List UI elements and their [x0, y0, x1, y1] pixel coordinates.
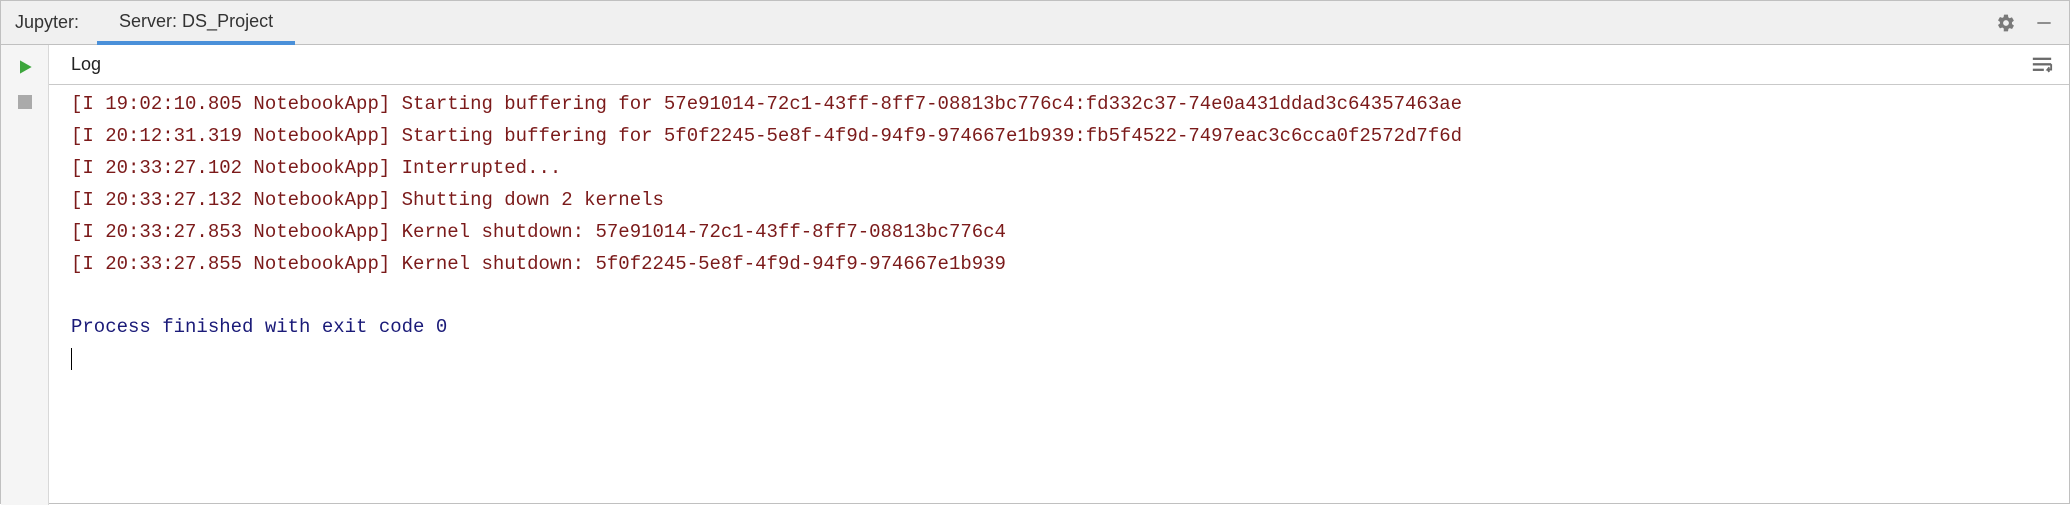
- soft-wrap-icon[interactable]: [2031, 54, 2053, 76]
- minimize-icon[interactable]: [2033, 12, 2055, 34]
- log-line: [I 20:12:31.319 NotebookApp] Starting bu…: [71, 121, 2047, 153]
- log-output[interactable]: [I 19:02:10.805 NotebookApp] Starting bu…: [49, 85, 2069, 505]
- tab-server-label: Server: DS_Project: [119, 11, 273, 32]
- jupyter-label: Jupyter:: [15, 12, 89, 33]
- tool-window-body: Log [I 19:02:10.805 NotebookApp] Startin…: [1, 45, 2069, 505]
- tool-window-header: Jupyter: Server: DS_Project: [1, 1, 2069, 45]
- text-cursor: [71, 348, 72, 370]
- run-icon[interactable]: [15, 57, 35, 77]
- log-title: Log: [71, 54, 101, 75]
- stop-icon[interactable]: [18, 95, 32, 109]
- log-line: [I 19:02:10.805 NotebookApp] Starting bu…: [71, 89, 2047, 121]
- log-line: [I 20:33:27.132 NotebookApp] Shutting do…: [71, 185, 2047, 217]
- log-header: Log: [49, 45, 2069, 85]
- log-line: [I 20:33:27.853 NotebookApp] Kernel shut…: [71, 217, 2047, 249]
- log-line: [71, 280, 2047, 312]
- log-line: [I 20:33:27.855 NotebookApp] Kernel shut…: [71, 249, 2047, 281]
- log-line: Process finished with exit code 0: [71, 312, 2047, 344]
- header-actions: [1995, 12, 2061, 34]
- gear-icon[interactable]: [1995, 12, 2017, 34]
- content-column: Log [I 19:02:10.805 NotebookApp] Startin…: [49, 45, 2069, 505]
- gutter-toolbar: [1, 45, 49, 505]
- cursor-line: [71, 344, 2047, 376]
- tab-server[interactable]: Server: DS_Project: [97, 1, 295, 45]
- log-line: [I 20:33:27.102 NotebookApp] Interrupted…: [71, 153, 2047, 185]
